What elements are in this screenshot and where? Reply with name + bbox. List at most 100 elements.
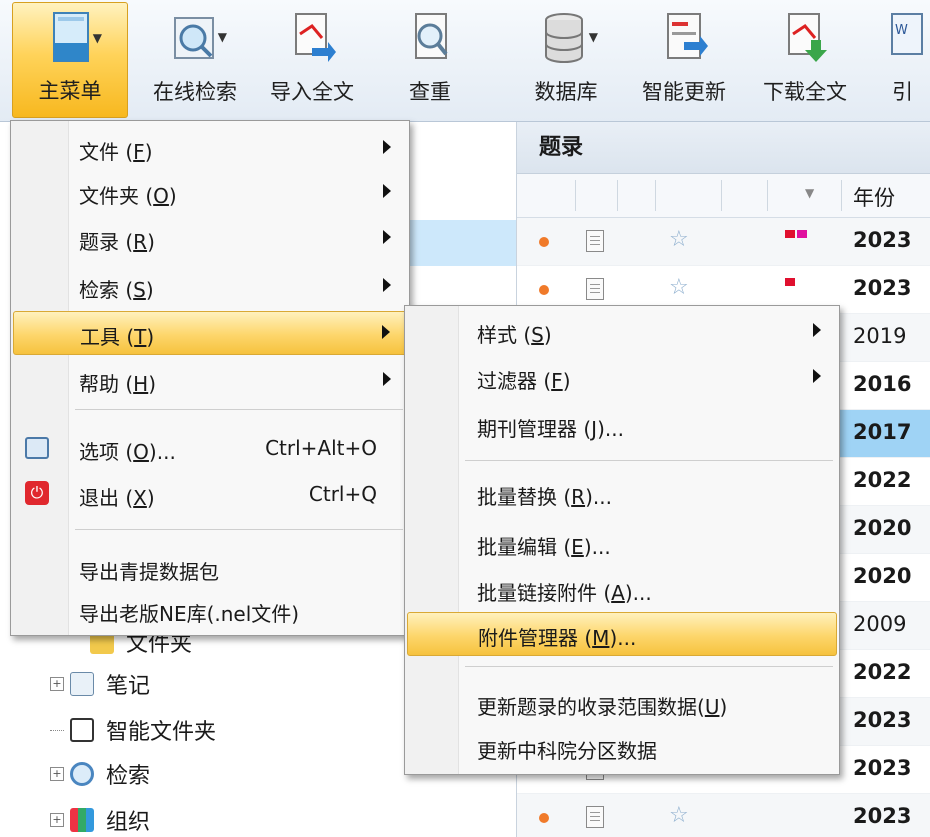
database-button[interactable]: ▼ 数据库 bbox=[516, 2, 616, 118]
online-search-icon: ▼ bbox=[165, 8, 227, 72]
submenu-arrow-icon bbox=[383, 278, 391, 292]
submenu-arrow-icon bbox=[383, 230, 391, 244]
cite-word-icon: W bbox=[870, 8, 930, 72]
menu-item-references[interactable]: 题录 (R) bbox=[13, 217, 407, 261]
year-cell: 2009 bbox=[853, 612, 907, 636]
menu-item-filters[interactable]: 过滤器 (F) bbox=[407, 356, 837, 400]
year-cell: 2023 bbox=[853, 756, 912, 780]
year-column-header[interactable]: 年份 bbox=[853, 182, 895, 212]
year-cell: 2020 bbox=[853, 564, 912, 588]
smart-folder-icon bbox=[70, 718, 94, 742]
dropdown-arrow-icon: ▼ bbox=[92, 31, 102, 45]
import-fulltext-icon bbox=[282, 8, 342, 72]
download-fulltext-button[interactable]: 下载全文 bbox=[750, 2, 860, 118]
submenu-arrow-icon bbox=[813, 323, 821, 337]
menu-item-update-coverage[interactable]: 更新题录的收录范围数据(U) bbox=[407, 682, 837, 726]
year-cell: 2016 bbox=[853, 372, 912, 396]
menu-item-search[interactable]: 检索 (S) bbox=[13, 265, 407, 309]
download-fulltext-icon bbox=[775, 8, 835, 72]
svg-text:W: W bbox=[895, 23, 908, 38]
menu-item-file[interactable]: 文件 (F) bbox=[13, 127, 407, 171]
color-tag-icon bbox=[785, 278, 795, 286]
list-header: ▼ 年份 bbox=[517, 174, 930, 218]
table-row[interactable]: ☆ 2023 bbox=[517, 794, 930, 837]
smart-update-icon bbox=[654, 8, 714, 72]
options-icon bbox=[25, 437, 49, 459]
star-icon[interactable]: ☆ bbox=[669, 227, 689, 252]
submenu-arrow-icon bbox=[813, 369, 821, 383]
database-label: 数据库 bbox=[534, 80, 598, 104]
search-icon bbox=[70, 762, 94, 786]
main-menu-icon: ▼ bbox=[40, 9, 102, 73]
menu-item-batch-replace[interactable]: 批量替换 (R)... bbox=[407, 472, 837, 516]
expand-icon[interactable]: + bbox=[50, 677, 64, 691]
main-menu-button[interactable]: ▼ 主菜单 bbox=[12, 2, 128, 118]
tree-item-smart-folder[interactable]: 智能文件夹 bbox=[50, 708, 216, 752]
dedupe-button[interactable]: 查重 bbox=[382, 2, 478, 118]
status-dot-icon bbox=[539, 285, 549, 295]
online-search-label: 在线检索 bbox=[153, 80, 237, 104]
year-cell: 2020 bbox=[853, 516, 912, 540]
menu-item-help[interactable]: 帮助 (H) bbox=[13, 359, 407, 403]
column-divider[interactable] bbox=[841, 180, 842, 211]
menu-item-tools[interactable]: 工具 (T) bbox=[13, 311, 407, 355]
power-icon: ⏻ bbox=[25, 481, 49, 505]
column-divider[interactable] bbox=[617, 180, 618, 211]
year-cell: 2022 bbox=[853, 468, 912, 492]
star-icon[interactable]: ☆ bbox=[669, 803, 689, 828]
menu-item-batch-edit[interactable]: 批量编辑 (E)... bbox=[407, 522, 837, 566]
color-tag-icon bbox=[797, 230, 807, 238]
expand-icon[interactable]: + bbox=[50, 767, 64, 781]
menu-separator bbox=[465, 666, 833, 667]
column-divider[interactable] bbox=[655, 180, 656, 211]
color-tag-icon bbox=[785, 230, 795, 238]
submenu-arrow-icon bbox=[383, 372, 391, 386]
menu-item-export-nel[interactable]: 导出老版NE库(.nel文件) bbox=[13, 589, 407, 633]
notes-icon bbox=[70, 672, 94, 696]
year-cell: 2023 bbox=[853, 708, 912, 732]
year-cell: 2022 bbox=[853, 660, 912, 684]
column-divider[interactable] bbox=[721, 180, 722, 211]
dropdown-arrow-icon: ▼ bbox=[588, 30, 598, 44]
smart-update-button[interactable]: 智能更新 bbox=[628, 2, 740, 118]
menu-item-update-cas-partition[interactable]: 更新中科院分区数据 bbox=[407, 726, 837, 770]
dedupe-label: 查重 bbox=[409, 80, 451, 104]
menu-item-styles[interactable]: 样式 (S) bbox=[407, 310, 837, 354]
import-fulltext-label: 导入全文 bbox=[270, 80, 354, 104]
table-row[interactable]: ☆ 2023 bbox=[517, 218, 930, 266]
menu-item-attachment-manager[interactable]: 附件管理器 (M)... bbox=[407, 612, 837, 656]
submenu-arrow-icon bbox=[382, 325, 390, 339]
menu-item-folder[interactable]: 文件夹 (O) bbox=[13, 171, 407, 215]
menu-item-export-qingti[interactable]: 导出青提数据包 bbox=[13, 547, 407, 591]
organize-icon bbox=[70, 808, 94, 832]
tree-item-label: 笔记 bbox=[106, 674, 151, 699]
year-cell: 2023 bbox=[853, 228, 912, 252]
column-divider[interactable] bbox=[767, 180, 768, 211]
tree-item-organize[interactable]: + 组织 bbox=[50, 798, 150, 837]
document-icon bbox=[586, 806, 604, 828]
menu-item-journal-manager[interactable]: 期刊管理器 (J)... bbox=[407, 404, 837, 448]
database-icon: ▼ bbox=[536, 8, 598, 72]
sort-arrow-icon[interactable]: ▼ bbox=[805, 186, 814, 200]
menu-item-options[interactable]: 选项 (O)... Ctrl+Alt+O bbox=[13, 427, 407, 471]
import-fulltext-button[interactable]: 导入全文 bbox=[262, 2, 362, 118]
year-cell: 2023 bbox=[853, 804, 912, 828]
menu-separator bbox=[465, 460, 833, 461]
tools-submenu: 样式 (S) 过滤器 (F) 期刊管理器 (J)... 批量替换 (R)... … bbox=[404, 305, 840, 775]
shortcut-label: Ctrl+Alt+O bbox=[265, 436, 377, 460]
status-dot-icon bbox=[539, 813, 549, 823]
cite-word-button[interactable]: W 引 bbox=[870, 2, 930, 118]
tree-item-notes[interactable]: + 笔记 bbox=[50, 662, 150, 706]
main-menu: 文件 (F) 文件夹 (O) 题录 (R) 检索 (S) 工具 (T) 帮助 (… bbox=[10, 120, 410, 636]
list-title: 题录 bbox=[517, 122, 930, 174]
menu-separator bbox=[75, 529, 403, 530]
toolbar: ▼ 主菜单 ▼ 在线检索 导入全文 查重 ▼ 数据库 智能更新 下载全文 W 引 bbox=[0, 0, 930, 122]
menu-item-batch-link-attachments[interactable]: 批量链接附件 (A)... bbox=[407, 568, 837, 612]
tree-item-search[interactable]: + 检索 bbox=[50, 752, 150, 796]
menu-separator bbox=[75, 409, 403, 410]
column-divider[interactable] bbox=[575, 180, 576, 211]
star-icon[interactable]: ☆ bbox=[669, 275, 689, 300]
menu-item-exit[interactable]: ⏻ 退出 (X) Ctrl+Q bbox=[13, 473, 407, 517]
online-search-button[interactable]: ▼ 在线检索 bbox=[140, 2, 250, 118]
expand-icon[interactable]: + bbox=[50, 813, 64, 827]
